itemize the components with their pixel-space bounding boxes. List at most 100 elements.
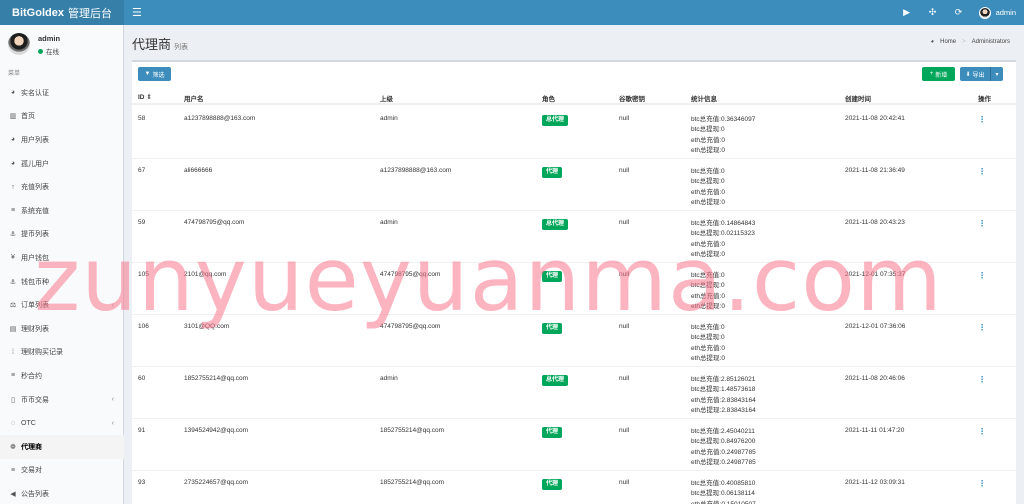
table-row: 91 1394524942@qq.com 1852755214@qq.com 代理 nu… [132, 419, 1016, 471]
breadcrumb-home[interactable]: Home [940, 39, 956, 45]
stats-line: btc总充值:2.85126021 [691, 376, 756, 383]
chevron-left-icon[interactable]: ‹ [112, 396, 114, 403]
column-header-username: 用户名 [184, 96, 204, 103]
sidebar-item[interactable]: ↑ 充值列表 [0, 175, 124, 199]
stats-line: btc总提现:0.06138114 [691, 490, 755, 498]
cell-role: 代理 [542, 167, 563, 178]
cell-created: 2021-11-08 21:36:49 [845, 167, 905, 174]
stats-line: btc总充值:0.40085810 [691, 480, 756, 487]
cell-stats: btc总充值:0.14864843 btc总提现:0.02115323 eth总充值… [691, 219, 755, 260]
sidebar-item[interactable]: ◌ OTC ‹ [0, 411, 124, 435]
stats-line: btc总提现:0.02115323 [691, 230, 755, 238]
row-actions-button[interactable]: ⋮ [978, 323, 986, 332]
more-vertical-icon[interactable]: ⋮ [978, 271, 986, 280]
more-vertical-icon[interactable]: ⋮ [978, 115, 986, 124]
user-menu[interactable]: admin [978, 6, 1016, 19]
cell-id: 67 [138, 167, 146, 174]
dashboard-icon: ◕ [930, 39, 935, 45]
cell-stats: btc总充值:2.45040211 btc总提现:0.84976200 eth总充值… [691, 427, 756, 468]
more-vertical-icon[interactable]: ⋮ [978, 427, 986, 436]
more-vertical-icon[interactable]: ⋮ [978, 375, 986, 384]
sidebar-item[interactable]: ⚓ 提币列表 [0, 223, 124, 247]
sidebar-item[interactable]: ⁞ 理财购买记录 [0, 341, 124, 365]
sidebar-toggle-icon[interactable]: ☰ [132, 6, 142, 19]
row-actions-button[interactable]: ⋮ [978, 479, 986, 488]
chevron-left-icon[interactable]: ‹ [112, 420, 114, 427]
sidebar-item[interactable]: ⚖ 订单列表 ‹ [0, 293, 124, 317]
cell-username: 2735224657@qq.com [184, 479, 249, 486]
brand-logo[interactable]: BitGoldex 管理后台 [0, 0, 124, 25]
row-actions-button[interactable]: ⋮ [978, 375, 986, 384]
stats-line: btc总提现:0 [691, 334, 725, 342]
sidebar-item[interactable]: ¥ 用户钱包 [0, 246, 124, 270]
top-navbar: BitGoldex 管理后台 ☰ ▶ ✣ ⟳ admin [0, 0, 1024, 25]
export-button[interactable]: ⬇ 导出 [960, 67, 990, 81]
export-dropdown-button[interactable]: ▾ [990, 67, 1003, 81]
sidebar-item-label: 钱包币种 [21, 278, 49, 286]
stats-line: eth总充值:0 [691, 344, 725, 352]
menu-item-icon: ◕ [10, 160, 16, 168]
row-actions-button[interactable]: ⋮ [978, 427, 986, 436]
cell-role: 代理 [542, 323, 563, 334]
cell-role: 代理 [542, 271, 563, 282]
stats-line: eth总提现:0 [691, 198, 725, 206]
stats-line: btc总充值:0 [691, 272, 725, 279]
top-username: admin [995, 8, 1016, 17]
sidebar-item[interactable]: ◕ 孤儿用户 [0, 152, 124, 176]
breadcrumb-separator: > [962, 39, 966, 45]
row-actions-button[interactable]: ⋮ [978, 271, 986, 280]
sidebar-item[interactable]: ◕ 用户列表 [0, 128, 124, 152]
more-vertical-icon[interactable]: ⋮ [978, 479, 986, 488]
expand-icon[interactable]: ✣ [927, 7, 939, 18]
brand-subtitle: 管理后台 [67, 7, 112, 20]
stats-line: eth总充值:0 [691, 240, 725, 248]
stats-line: eth总充值:0 [691, 188, 725, 196]
sort-icon[interactable]: ⇕ [146, 94, 151, 101]
play-icon[interactable]: ▶ [901, 7, 913, 18]
menu-item-icon: ◀ [10, 490, 16, 498]
menu-item-icon: ≡ [10, 207, 16, 215]
sidebar-item[interactable]: ≡ 系统充值 [0, 199, 124, 223]
sidebar-item[interactable]: ≡ 秒合约 [0, 364, 124, 388]
sidebar-item-label: 交易对 [21, 467, 42, 475]
cell-google-key: null [619, 219, 630, 226]
sidebar-item[interactable]: ≡ 交易对 [0, 459, 124, 483]
sidebar-item[interactable]: ◀ 公告列表 [0, 482, 124, 504]
cell-created: 2021-11-11 01:47:20 [845, 427, 905, 434]
sidebar-item-label: 首页 [21, 113, 35, 121]
row-actions-button[interactable]: ⋮ [978, 115, 986, 124]
refresh-icon[interactable]: ⟳ [953, 7, 965, 18]
download-icon: ⬇ [965, 71, 971, 78]
row-actions-button[interactable]: ⋮ [978, 167, 986, 176]
sidebar-item[interactable]: ▤ 理财列表 [0, 317, 124, 341]
cell-stats: btc总充值:0 btc总提现:0 eth总充值:0 eth总提现:0 [691, 167, 725, 208]
cell-username: 1852755214@qq.com [184, 375, 249, 382]
sidebar-item-label: 实名认证 [21, 89, 49, 97]
sidebar-item-label: 提币列表 [21, 231, 49, 239]
row-actions-button[interactable]: ⋮ [978, 219, 986, 228]
filter-button[interactable]: ▼ 筛选 [138, 67, 171, 81]
sidebar-item[interactable]: ◕ 实名认证 [0, 81, 124, 105]
more-vertical-icon[interactable]: ⋮ [978, 167, 986, 176]
menu-item-icon: ◕ [10, 136, 16, 144]
sidebar-item[interactable]: ⚓ 钱包币种 [0, 270, 124, 294]
breadcrumb: ◕ Home > Administrators [931, 39, 1011, 45]
cell-parent: 474798795@qq.com [380, 323, 441, 330]
sidebar-item[interactable]: ▯ 币币交易 ‹ [0, 388, 124, 412]
add-button[interactable]: + 新增 [922, 67, 955, 81]
cell-parent: admin [380, 219, 398, 226]
sidebar-item[interactable]: ❁ 代理商 [0, 434, 124, 459]
column-header-id[interactable]: ID ⇕ [138, 93, 152, 101]
stats-line: eth总充值:0 [691, 136, 725, 144]
sidebar-item-label: 孤儿用户 [21, 160, 49, 168]
sidebar-item-label: 订单列表 [21, 302, 49, 310]
role-badge: 代理 [542, 167, 563, 178]
table-row: 60 1852755214@qq.com admin 总代理 null btc总充值:2.… [132, 367, 1016, 419]
cell-username: 3101@QQ.com [184, 323, 230, 330]
sidebar-item[interactable]: ▥ 首页 [0, 105, 124, 129]
cell-created: 2021-12-01 07:35:37 [845, 271, 906, 278]
more-vertical-icon[interactable]: ⋮ [978, 219, 986, 228]
cell-role: 代理 [542, 427, 563, 438]
chevron-left-icon[interactable]: ‹ [112, 302, 114, 309]
more-vertical-icon[interactable]: ⋮ [978, 323, 986, 332]
